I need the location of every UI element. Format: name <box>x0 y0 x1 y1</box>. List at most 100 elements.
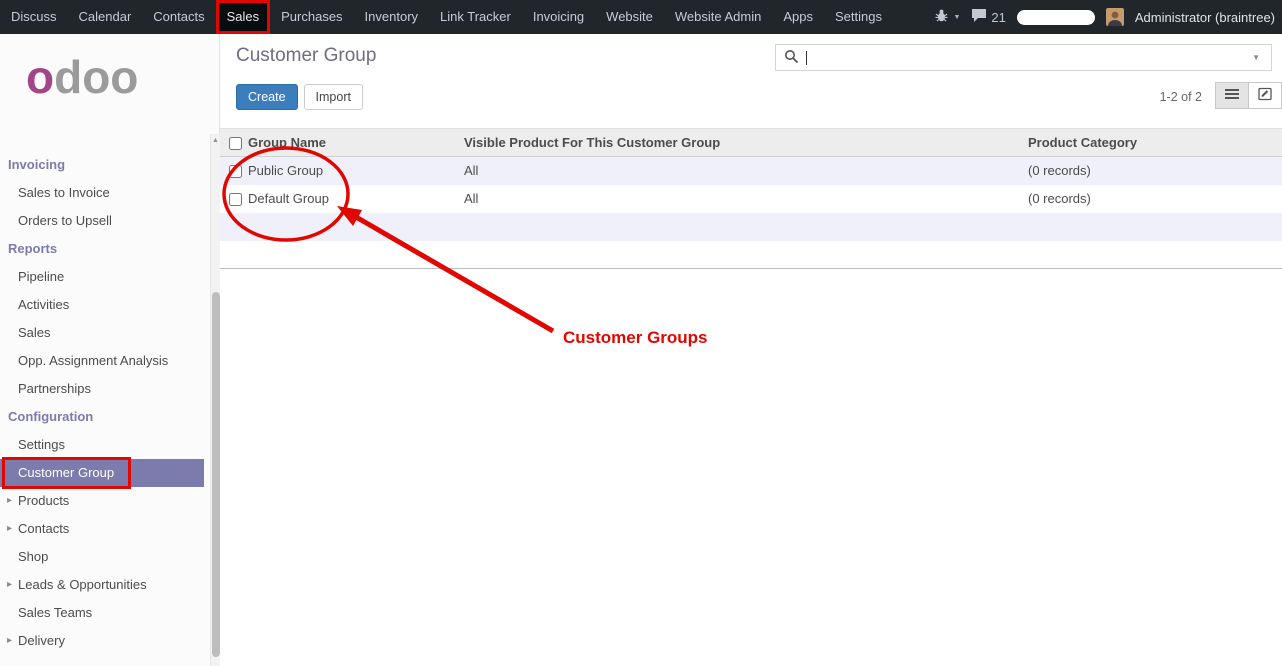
odoo-logo[interactable]: odoo <box>0 34 219 151</box>
list-view-icon <box>1225 88 1239 103</box>
sidebar-item-sales[interactable]: Sales <box>0 319 204 347</box>
cell-group-name[interactable]: Default Group <box>244 185 460 213</box>
sidebar-item-sales-teams[interactable]: Sales Teams <box>0 599 204 627</box>
sidebar-item-label: Customer Group <box>18 465 114 480</box>
sidebar-item-opp-assignment-analysis[interactable]: Opp. Assignment Analysis <box>0 347 204 375</box>
logo-accent: o <box>26 51 54 103</box>
form-view-button[interactable] <box>1248 82 1282 109</box>
sidebar-item-pipeline[interactable]: Pipeline <box>0 263 204 291</box>
search-icon <box>784 49 799 67</box>
caret-right-icon: ▸ <box>7 571 12 599</box>
progress-indicator <box>1017 10 1095 25</box>
messages-button[interactable]: 21 <box>971 8 1005 26</box>
sidebar-item-products[interactable]: ▸Products <box>0 487 204 515</box>
caret-right-icon: ▸ <box>7 515 12 543</box>
menu-discuss[interactable]: Discuss <box>0 0 68 34</box>
menu-website[interactable]: Website <box>595 0 664 34</box>
list-view-button[interactable] <box>1215 82 1249 109</box>
sidebar-item-label: Pipeline <box>18 269 64 284</box>
select-all-checkbox[interactable] <box>229 137 242 150</box>
search-bar[interactable]: ▼ <box>775 44 1272 71</box>
bug-icon <box>934 8 949 26</box>
empty-row <box>220 241 1282 269</box>
cell-group-name[interactable]: Public Group <box>244 157 460 185</box>
view-switcher <box>1215 82 1282 109</box>
section-header-configuration: Configuration <box>0 403 204 431</box>
cell-product-category[interactable]: (0 records) <box>1024 157 1282 185</box>
cell-visible-product[interactable]: All <box>460 185 1024 213</box>
caret-right-icon: ▸ <box>7 627 12 655</box>
scroll-up-icon[interactable]: ▲ <box>211 134 220 144</box>
sidebar-item-shop[interactable]: Shop <box>0 543 204 571</box>
sidebar-item-activities[interactable]: Activities <box>0 291 204 319</box>
chat-bubble-icon <box>971 8 987 26</box>
column-header-product-category[interactable]: Product Category <box>1024 129 1282 157</box>
sidebar-scrollbar[interactable]: ▲ <box>210 134 220 666</box>
search-input[interactable] <box>807 48 1249 68</box>
caret-down-icon: ▼ <box>953 14 960 21</box>
customer-group-table: Group Name Visible Product For This Cust… <box>220 128 1282 269</box>
message-count: 21 <box>991 10 1005 25</box>
sidebar-item-delivery[interactable]: ▸ Delivery <box>0 627 204 655</box>
table-row[interactable]: Public Group All (0 records) <box>220 157 1282 185</box>
topbar: Discuss Calendar Contacts Sales Purchase… <box>0 0 1282 34</box>
user-avatar[interactable] <box>1106 8 1124 26</box>
sidebar-item-settings[interactable]: Settings <box>0 431 204 459</box>
scrollbar-thumb[interactable] <box>212 292 220 657</box>
control-panel: Customer Group ▼ Create Import 1-2 of 2 <box>220 34 1282 128</box>
menu-link-tracker[interactable]: Link Tracker <box>429 0 522 34</box>
form-view-icon <box>1258 87 1272 104</box>
sidebar-item-sales-to-invoice[interactable]: Sales to Invoice <box>0 179 204 207</box>
table-row[interactable]: Default Group All (0 records) <box>220 185 1282 213</box>
sidebar-item-contacts[interactable]: ▸ Contacts <box>0 515 204 543</box>
import-button[interactable]: Import <box>304 84 363 110</box>
menu-inventory[interactable]: Inventory <box>354 0 429 34</box>
search-dropdown-icon[interactable]: ▼ <box>1249 51 1263 64</box>
menu-settings[interactable]: Settings <box>824 0 893 34</box>
menu-contacts[interactable]: Contacts <box>142 0 215 34</box>
row-select-cell <box>220 157 244 185</box>
section-header-invoicing: Invoicing <box>0 151 204 179</box>
sidebar-item-label: Shop <box>18 549 48 564</box>
sidebar-item-partnerships[interactable]: Partnerships <box>0 375 204 403</box>
logo-text: odoo <box>26 51 138 103</box>
sidebar-item-label: Opp. Assignment Analysis <box>18 353 168 368</box>
row-select-cell <box>220 185 244 213</box>
debug-menu[interactable]: ▼ <box>934 8 960 26</box>
sidebar-item-label: Sales to Invoice <box>18 185 110 200</box>
row-checkbox[interactable] <box>229 193 242 206</box>
sidebar-item-label: Orders to Upsell <box>18 213 112 228</box>
sidebar-item-label: Products <box>18 493 69 508</box>
menu-calendar[interactable]: Calendar <box>68 0 143 34</box>
sidebar-item-label: Leads & Opportunities <box>18 577 147 592</box>
sidebar-item-label: Activities <box>18 297 69 312</box>
sidebar: odoo Invoicing Sales to Invoice Orders t… <box>0 34 220 666</box>
column-header-group-name[interactable]: Group Name <box>244 129 460 157</box>
menu-website-admin[interactable]: Website Admin <box>664 0 772 34</box>
sidebar-item-label: Contacts <box>18 521 69 536</box>
sidebar-item-label: Sales <box>18 325 51 340</box>
cell-product-category[interactable]: (0 records) <box>1024 185 1282 213</box>
topbar-right: ▼ 21 Administrator (braintree) <box>934 8 1282 26</box>
empty-row <box>220 213 1282 241</box>
sidebar-item-label: Delivery <box>18 633 65 648</box>
pager-text: 1-2 of 2 <box>1160 90 1202 104</box>
menu-sales[interactable]: Sales <box>216 0 271 34</box>
menu-apps[interactable]: Apps <box>772 0 824 34</box>
sidebar-nav: Invoicing Sales to Invoice Orders to Ups… <box>0 151 204 655</box>
cell-visible-product[interactable]: All <box>460 157 1024 185</box>
sidebar-item-customer-group[interactable]: Customer Group <box>0 459 204 487</box>
user-menu[interactable]: Administrator (braintree) <box>1135 10 1275 25</box>
menu-invoicing[interactable]: Invoicing <box>522 0 595 34</box>
logo-rest: doo <box>54 51 138 103</box>
column-header-visible-product[interactable]: Visible Product For This Customer Group <box>460 129 1024 157</box>
list-view: Group Name Visible Product For This Cust… <box>220 128 1282 269</box>
sidebar-item-leads-opportunities[interactable]: ▸ Leads & Opportunities <box>0 571 204 599</box>
main-content: Customer Group ▼ Create Import 1-2 of 2 <box>220 34 1282 666</box>
row-checkbox[interactable] <box>229 165 242 178</box>
sidebar-item-orders-to-upsell[interactable]: Orders to Upsell <box>0 207 204 235</box>
sidebar-item-label: Sales Teams <box>18 605 92 620</box>
section-header-reports: Reports <box>0 235 204 263</box>
create-button[interactable]: Create <box>236 84 298 110</box>
menu-purchases[interactable]: Purchases <box>270 0 353 34</box>
